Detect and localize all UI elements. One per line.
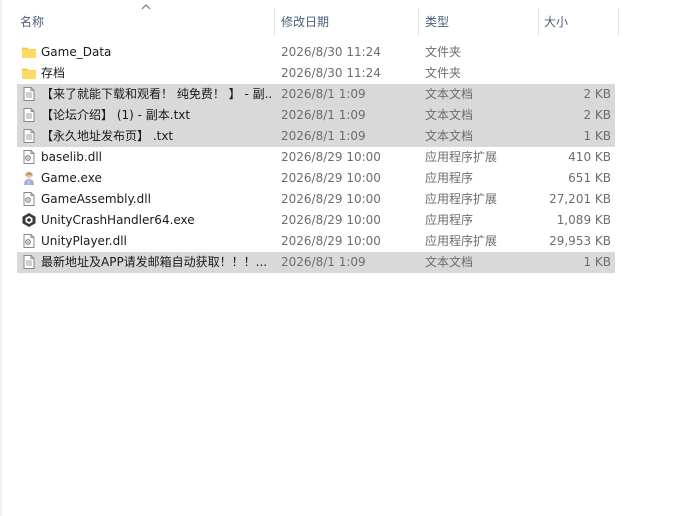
file-modified-date: 2026/8/29 10:00 — [281, 171, 381, 185]
file-name: UnityCrashHandler64.exe — [41, 213, 195, 227]
file-name: 【来了就能下载和观看！ 纯免费！ 】 - 副... — [41, 87, 271, 101]
file-row[interactable]: 【来了就能下载和观看！ 纯免费！ 】 - 副... 2026/8/1 1:09 文本… — [17, 84, 615, 105]
file-type: 应用程序 — [425, 213, 474, 227]
dll-file-icon — [21, 191, 37, 207]
file-row[interactable]: 存档 2026/8/30 11:24 文件夹 — [17, 63, 615, 84]
window-left-border — [0, 0, 2, 516]
file-name: Game.exe — [41, 171, 102, 185]
folder-icon — [21, 65, 37, 81]
file-size: 27,201 KB — [549, 192, 611, 206]
text-file-icon — [21, 86, 37, 102]
column-divider[interactable] — [274, 8, 275, 36]
file-modified-date: 2026/8/29 10:00 — [281, 213, 381, 227]
file-size — [537, 63, 611, 84]
unity-exe-icon — [21, 212, 37, 228]
file-size: 1 KB — [583, 129, 611, 143]
file-size — [537, 42, 611, 63]
file-row[interactable]: baselib.dll 2026/8/29 10:00 应用程序扩展 410 KB — [17, 147, 615, 168]
file-size: 1 KB — [583, 255, 611, 269]
file-modified-date: 2026/8/29 10:00 — [281, 192, 381, 206]
text-file-icon — [21, 107, 37, 123]
file-type: 文本文档 — [425, 129, 474, 143]
file-size: 29,953 KB — [549, 234, 611, 248]
file-modified-date: 2026/8/1 1:09 — [281, 129, 366, 143]
file-modified-date: 2026/8/29 10:00 — [281, 150, 381, 164]
file-row[interactable]: 【论坛介绍】 (1) - 副本.txt 2026/8/1 1:09 文本文档 2 KB — [17, 105, 615, 126]
file-name: 【论坛介绍】 (1) - 副本.txt — [41, 108, 191, 122]
file-modified-date: 2026/8/1 1:09 — [281, 108, 366, 122]
file-row[interactable]: GameAssembly.dll 2026/8/29 10:00 应用程序扩展 27,… — [17, 189, 615, 210]
file-row[interactable]: UnityCrashHandler64.exe 2026/8/29 10:00 应用… — [17, 210, 615, 231]
file-type: 文本文档 — [425, 255, 474, 269]
column-divider[interactable] — [538, 8, 539, 36]
file-modified-date: 2026/8/30 11:24 — [281, 66, 381, 80]
file-modified-date: 2026/8/1 1:09 — [281, 255, 366, 269]
file-type: 文本文档 — [425, 108, 474, 122]
file-type: 应用程序扩展 — [425, 150, 498, 164]
game-exe-icon — [21, 170, 37, 186]
file-name: baselib.dll — [41, 150, 102, 164]
file-modified-date: 2026/8/1 1:09 — [281, 87, 366, 101]
file-row[interactable]: Game.exe 2026/8/29 10:00 应用程序 651 KB — [17, 168, 615, 189]
text-file-icon — [21, 254, 37, 270]
file-size: 651 KB — [568, 171, 611, 185]
column-header-size[interactable]: 大小 — [540, 0, 618, 38]
file-type: 文件夹 — [425, 66, 462, 80]
file-type: 应用程序扩展 — [425, 192, 498, 206]
file-size: 2 KB — [583, 87, 611, 101]
file-type: 文本文档 — [425, 87, 474, 101]
file-type: 应用程序 — [425, 171, 474, 185]
column-divider[interactable] — [618, 8, 619, 36]
file-name: GameAssembly.dll — [41, 192, 151, 206]
file-modified-date: 2026/8/30 11:24 — [281, 45, 381, 59]
file-name: Game_Data — [41, 45, 112, 59]
column-divider[interactable] — [418, 8, 419, 36]
file-name: UnityPlayer.dll — [41, 234, 127, 248]
column-header-type[interactable]: 类型 — [421, 0, 537, 38]
file-row[interactable]: 【永久地址发布页】 .txt 2026/8/1 1:09 文本文档 1 KB — [17, 126, 615, 147]
file-size: 410 KB — [568, 150, 611, 164]
column-header-date[interactable]: 修改日期 — [277, 0, 418, 38]
file-size: 1,089 KB — [556, 213, 611, 227]
file-row[interactable]: 最新地址及APP请发邮箱自动获取！！！... 2026/8/1 1:09 文本文档 1… — [17, 252, 615, 273]
column-header-name[interactable]: 名称 — [16, 0, 273, 38]
file-type: 文件夹 — [425, 45, 462, 59]
folder-icon — [21, 44, 37, 60]
dll-file-icon — [21, 233, 37, 249]
file-type: 应用程序扩展 — [425, 234, 498, 248]
column-header-bar: 名称 修改日期 类型 大小 — [2, 0, 688, 38]
file-row[interactable]: Game_Data 2026/8/30 11:24 文件夹 — [17, 42, 615, 63]
file-modified-date: 2026/8/29 10:00 — [281, 234, 381, 248]
file-name: 存档 — [41, 66, 66, 80]
text-file-icon — [21, 128, 37, 144]
file-name: 最新地址及APP请发邮箱自动获取！！！... — [41, 255, 268, 269]
file-list: Game_Data 2026/8/30 11:24 文件夹 存档 2026/8/30 1… — [17, 42, 615, 273]
file-size: 2 KB — [583, 108, 611, 122]
file-name: 【永久地址发布页】 .txt — [41, 129, 174, 143]
dll-file-icon — [21, 149, 37, 165]
file-row[interactable]: UnityPlayer.dll 2026/8/29 10:00 应用程序扩展 29,9… — [17, 231, 615, 252]
